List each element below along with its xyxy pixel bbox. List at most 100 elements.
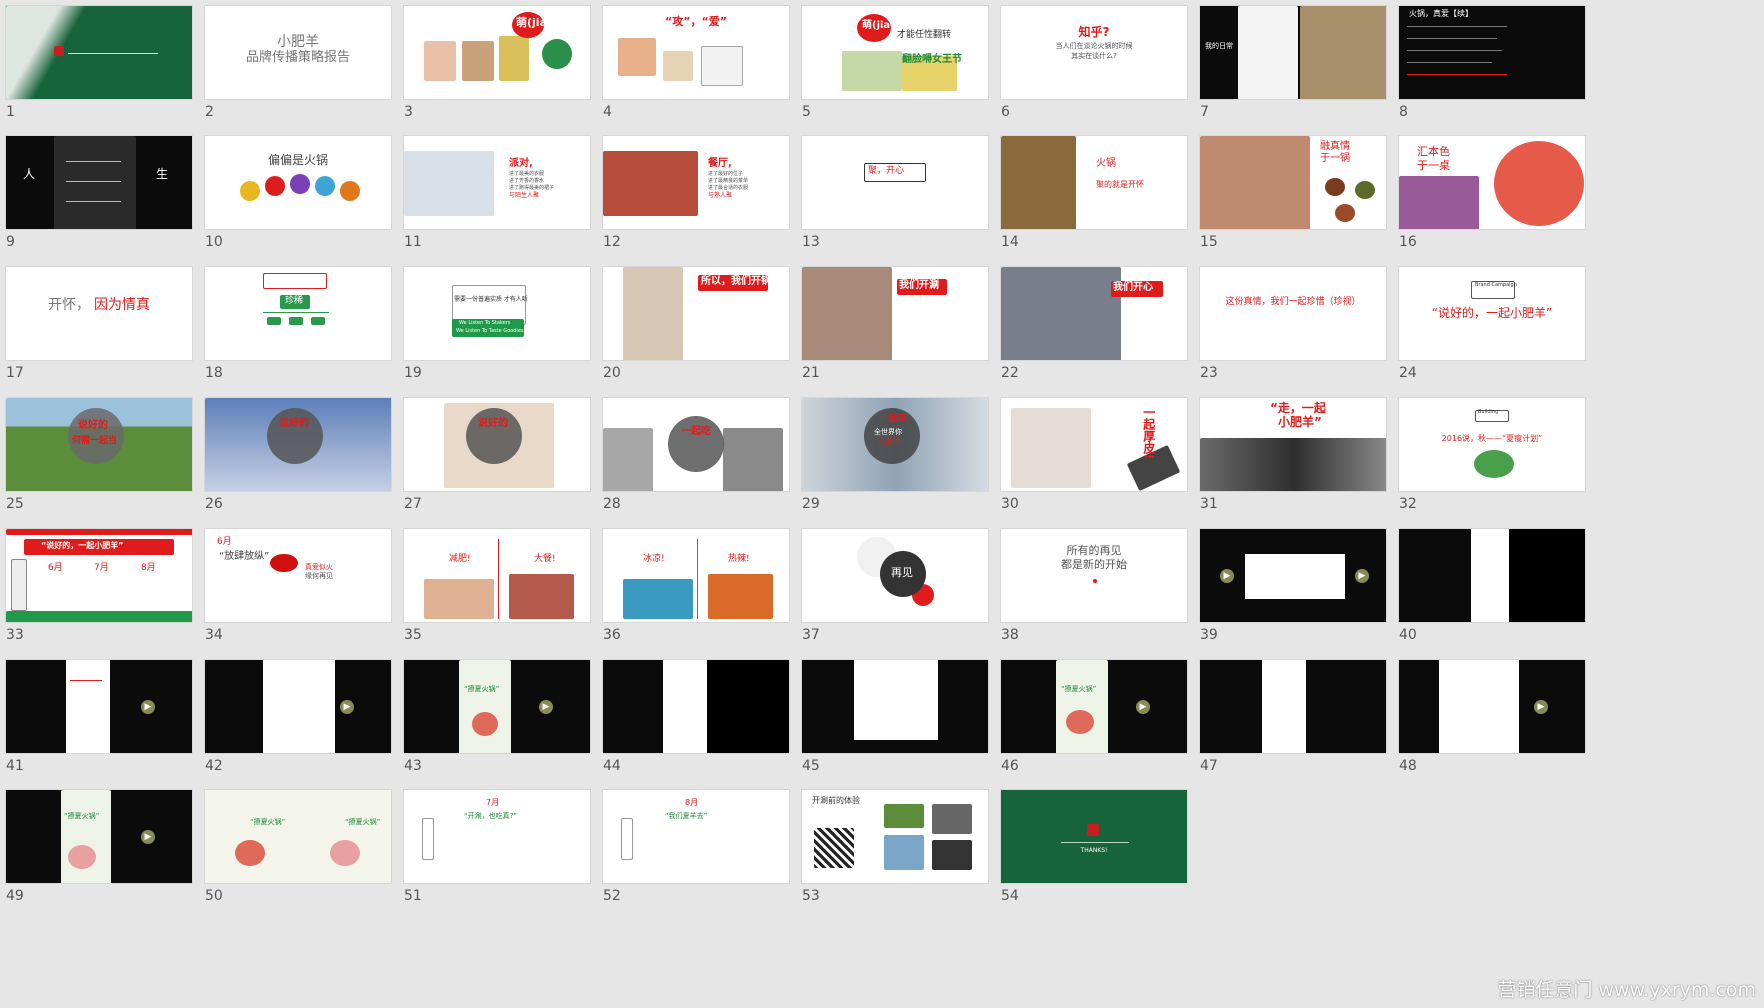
slide-text: 一起厚皮! bbox=[1141, 406, 1156, 460]
slide-thumbnail-26[interactable]: 说好的 26 bbox=[204, 397, 392, 512]
slide-number: 45 bbox=[802, 758, 820, 774]
slide-thumbnail-15[interactable]: 融真情 于一锅 15 bbox=[1199, 135, 1387, 250]
slide-thumbnail-46[interactable]: “撩夏火锅” ▶ 46 bbox=[1000, 659, 1188, 774]
slide-thumbnail-31[interactable]: “走，一起 小肥羊” 31 bbox=[1199, 397, 1387, 512]
slide-thumbnail-41[interactable]: ▶ 41 bbox=[5, 659, 193, 774]
slide-number: 17 bbox=[6, 365, 24, 381]
slide-preview: “撩夏火锅” “撩夏火锅” bbox=[204, 789, 392, 884]
slide-thumbnail-11[interactable]: 派对, 进了最美的衣服 进了芳香的香水 进了跑得最美的裙子 与陌生人聚 11 bbox=[403, 135, 591, 250]
slide-text: 进了最合适的衣服 bbox=[708, 185, 749, 191]
slide-thumbnail-43[interactable]: “撩夏火锅” ▶ 43 bbox=[403, 659, 591, 774]
slide-preview: 聚，开心 bbox=[801, 135, 989, 230]
slide-thumbnail-52[interactable]: 8月 “我们夏羊去” 52 bbox=[602, 789, 790, 904]
watermark: 营销任意门 www.yxrym.com bbox=[1497, 979, 1756, 1001]
slide-text: 8月 bbox=[141, 563, 156, 573]
slide-graphic bbox=[263, 660, 335, 753]
slide-text: 与熟人聚 bbox=[708, 192, 733, 199]
slide-thumbnail-33[interactable]: “说好的，一起小肥羊” 6月 7月 8月 33 bbox=[5, 528, 193, 643]
slide-preview: 说好的 bbox=[403, 397, 591, 492]
slide-thumbnail-28[interactable]: 一起吃 28 bbox=[602, 397, 790, 512]
slide-text: 2016说，秋——“夏瘦计划” bbox=[1441, 434, 1543, 443]
slide-thumbnail-14[interactable]: 火锅 聚的就是开怀 14 bbox=[1000, 135, 1188, 250]
slide-preview: 所有的再见 都是新的开始 bbox=[1000, 528, 1188, 623]
slide-preview: 这份真情，我们一起珍惜（珍视） bbox=[1199, 266, 1387, 361]
slide-thumbnail-19[interactable]: 需要一份普遍实质 才有人听 We Listen To Stakers We List… bbox=[403, 266, 591, 381]
slide-thumbnail-47[interactable]: 47 bbox=[1199, 659, 1387, 774]
slide-thumbnail-7[interactable]: 我的日常 7 bbox=[1199, 5, 1387, 120]
slide-graphic bbox=[623, 267, 683, 360]
slide-thumbnail-6[interactable]: 知乎? 当人们在谈论火锅的时候 其实在谈什么? 6 bbox=[1000, 5, 1188, 120]
slide-preview: 火锅，真爱【续】 bbox=[1398, 5, 1586, 100]
slide-number: 39 bbox=[1200, 627, 1218, 643]
slide-thumbnail-37[interactable]: 再见 37 bbox=[801, 528, 989, 643]
slide-thumbnail-1[interactable]: 1 bbox=[5, 5, 193, 120]
slide-preview: 火锅 聚的就是开怀 bbox=[1000, 135, 1188, 230]
slide-text: 知乎? bbox=[1078, 25, 1110, 39]
slide-graphic bbox=[1494, 141, 1584, 226]
slide-text: Building bbox=[1478, 409, 1499, 415]
slide-text: We Listen To Taste Goodies bbox=[456, 328, 524, 334]
slide-number: 30 bbox=[1001, 496, 1019, 512]
slide-thumbnail-34[interactable]: 6月 “放肆放纵” 真爱似火 缘何再见 34 bbox=[204, 528, 392, 643]
slide-graphic bbox=[289, 317, 303, 325]
slide-graphic bbox=[340, 181, 360, 201]
slide-thumbnail-21[interactable]: 我们开涮 21 bbox=[801, 266, 989, 381]
slide-thumbnail-16[interactable]: 汇本色 于一桌 16 bbox=[1398, 135, 1586, 250]
slide-thumbnail-12[interactable]: 餐厅, 进了最好的位子 进了最精良的菜单 进了最合适的衣服 与熟人聚 12 bbox=[602, 135, 790, 250]
slide-thumbnail-20[interactable]: 所以，我们开锅 20 bbox=[602, 266, 790, 381]
slide-thumbnail-53[interactable]: 开涮前的体验 53 bbox=[801, 789, 989, 904]
slide-preview: 人生 bbox=[5, 135, 193, 230]
slide-text: 于一桌 bbox=[1417, 159, 1450, 172]
slide-thumbnail-48[interactable]: ▶ 48 bbox=[1398, 659, 1586, 774]
slide-graphic bbox=[1300, 6, 1386, 99]
slide-number: 13 bbox=[802, 234, 820, 250]
slide-graphic bbox=[623, 579, 693, 619]
slide-thumbnail-36[interactable]: 冰凉! 热辣! 36 bbox=[602, 528, 790, 643]
slide-graphic bbox=[1200, 438, 1386, 491]
slide-thumbnail-51[interactable]: 7月 “开涮，也吃真?” 51 bbox=[403, 789, 591, 904]
slide-preview: THANKS! bbox=[1000, 789, 1188, 884]
slide-graphic bbox=[1245, 554, 1345, 599]
slide-thumbnail-13[interactable]: 聚，开心 13 bbox=[801, 135, 989, 250]
slide-thumbnail-30[interactable]: 一起厚皮! 30 bbox=[1000, 397, 1188, 512]
slide-thumbnail-32[interactable]: Building 2016说，秋——“夏瘦计划” 32 bbox=[1398, 397, 1586, 512]
slide-thumbnail-54[interactable]: THANKS! 54 bbox=[1000, 789, 1188, 904]
slide-graphic bbox=[1439, 660, 1519, 753]
slide-preview: 一起吃 bbox=[602, 397, 790, 492]
slide-thumbnail-44[interactable]: 44 bbox=[602, 659, 790, 774]
slide-text: 于一锅 bbox=[1320, 153, 1350, 164]
slide-thumbnail-40[interactable]: 40 bbox=[1398, 528, 1586, 643]
slide-graphic bbox=[263, 312, 329, 313]
slide-text: 火锅，真爱【续】 bbox=[1409, 9, 1473, 18]
slide-thumbnail-18[interactable]: 珍稀 18 bbox=[204, 266, 392, 381]
slide-thumbnail-3[interactable]: 萌(jian) 3 bbox=[403, 5, 591, 120]
slide-thumbnail-27[interactable]: 说好的 27 bbox=[403, 397, 591, 512]
slide-text: Brand Campaign bbox=[1475, 282, 1517, 288]
slide-number: 35 bbox=[404, 627, 422, 643]
slide-thumbnail-24[interactable]: Brand Campaign “说好的，一起小肥羊” 24 bbox=[1398, 266, 1586, 381]
slide-thumbnail-4[interactable]: “攻”，“爱” 4 bbox=[602, 5, 790, 120]
slide-thumbnail-25[interactable]: 说好的 何需一起当 25 bbox=[5, 397, 193, 512]
slide-thumbnail-38[interactable]: 所有的再见 都是新的开始 38 bbox=[1000, 528, 1188, 643]
slide-thumbnail-23[interactable]: 这份真情，我们一起珍惜（珍视） 23 bbox=[1199, 266, 1387, 381]
slide-thumbnail-2[interactable]: 小肥羊 品牌传播策略报告 2 bbox=[204, 5, 392, 120]
slide-preview: 8月 “我们夏羊去” bbox=[602, 789, 790, 884]
slide-thumbnail-22[interactable]: 我们开心 22 bbox=[1000, 266, 1188, 381]
slide-thumbnail-35[interactable]: 减肥! 大餐! 35 bbox=[403, 528, 591, 643]
slide-graphic bbox=[499, 36, 529, 81]
slide-thumbnail-17[interactable]: 开怀， 因为情真 17 bbox=[5, 266, 193, 381]
slide-thumbnail-50[interactable]: “撩夏火锅” “撩夏火锅” 50 bbox=[204, 789, 392, 904]
slide-number: 9 bbox=[6, 234, 15, 250]
slide-thumbnail-49[interactable]: “撩夏火锅” ▶ 49 bbox=[5, 789, 193, 904]
slide-thumbnail-10[interactable]: 偏偏是火锅 10 bbox=[204, 135, 392, 250]
slide-graphic bbox=[1001, 136, 1076, 229]
slide-thumbnail-8[interactable]: 火锅，真爱【续】 8 bbox=[1398, 5, 1586, 120]
slide-thumbnail-39[interactable]: ▶ ▶ 39 bbox=[1199, 528, 1387, 643]
slide-thumbnail-42[interactable]: ▶ 42 bbox=[204, 659, 392, 774]
slide-thumbnail-5[interactable]: 萌(jian)人人心 才能任性翻转 翻脸嘚女王节 5 bbox=[801, 5, 989, 120]
slide-thumbnail-29[interactable]: 一起见 全世界你 小肥羊 29 bbox=[801, 397, 989, 512]
slide-graphic bbox=[270, 554, 298, 572]
slide-graphic bbox=[884, 835, 924, 870]
slide-thumbnail-45[interactable]: 45 bbox=[801, 659, 989, 774]
slide-thumbnail-9[interactable]: 人生 9 bbox=[5, 135, 193, 250]
